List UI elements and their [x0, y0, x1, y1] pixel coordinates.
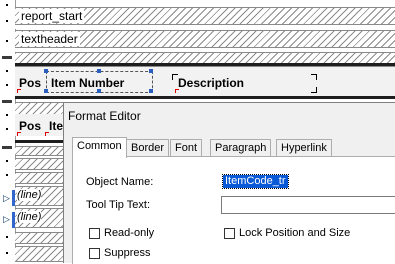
- band-divider: [15, 96, 395, 99]
- band-hatched[interactable]: [15, 232, 63, 244]
- ruler-dot: [6, 114, 8, 116]
- suppress-checkbox[interactable]: [89, 248, 100, 259]
- band-hatched[interactable]: [15, 172, 63, 184]
- field-corner: [311, 87, 317, 93]
- ruler-dot: [6, 70, 8, 72]
- detail-pos[interactable]: Pos: [19, 119, 41, 133]
- ruler-dot: [6, 128, 8, 130]
- band-line-a[interactable]: (line): [15, 186, 63, 206]
- band-gap: [15, 25, 395, 29]
- ruler-dot: [6, 4, 8, 6]
- readonly-checkbox[interactable]: [89, 228, 100, 239]
- lock-position-checkbox[interactable]: [224, 228, 235, 239]
- band-report-start[interactable]: report_start: [15, 7, 395, 25]
- ruler-dot: [6, 174, 8, 176]
- tab-paragraph[interactable]: Paragraph: [210, 139, 272, 157]
- left-ruler: ▷ ▷: [0, 0, 16, 262]
- band-textheader[interactable]: textheader: [15, 30, 395, 48]
- ruler-band-marker: [2, 146, 12, 149]
- ruler-dot: [6, 84, 8, 86]
- anchor-tick: [175, 89, 179, 93]
- field-corner: [311, 74, 317, 80]
- band-hatched[interactable]: [15, 158, 63, 170]
- band-label: report_start: [19, 9, 85, 23]
- resize-handle[interactable]: [97, 69, 101, 73]
- resize-handle[interactable]: [44, 89, 48, 93]
- anchor-tick: [45, 132, 49, 136]
- tab-common[interactable]: Common: [72, 137, 127, 158]
- band-line-text: (line): [17, 211, 42, 223]
- resize-handle[interactable]: [44, 69, 48, 73]
- ruler-dot: [6, 252, 8, 254]
- object-name-input[interactable]: ItemCode_tr: [221, 173, 395, 191]
- detail-item[interactable]: Ite: [49, 119, 63, 133]
- tab-border[interactable]: Border: [126, 139, 170, 157]
- tab-hyperlink[interactable]: Hyperlink: [276, 139, 332, 157]
- field-corner: [172, 74, 178, 80]
- dialog-title: Format Editor: [68, 109, 141, 123]
- band-line-b[interactable]: (line): [15, 208, 63, 228]
- suppress-label[interactable]: Suppress: [104, 247, 150, 259]
- resize-handle[interactable]: [97, 89, 101, 93]
- ruler-dot: [6, 236, 8, 238]
- ruler-band-marker: [2, 100, 12, 103]
- line-label: line): [20, 211, 42, 223]
- band-hatched[interactable]: [15, 246, 63, 262]
- resize-handle[interactable]: [149, 89, 153, 93]
- detail-band[interactable]: Pos Ite: [15, 114, 63, 136]
- resize-handle[interactable]: [149, 69, 153, 73]
- object-name-label: Object Name:: [86, 176, 154, 188]
- header-pos[interactable]: Pos: [19, 76, 41, 90]
- lock-position-label[interactable]: Lock Position and Size: [239, 227, 350, 239]
- ruler-band-marker: [2, 56, 12, 59]
- column-header-band[interactable]: Pos Item Number Description: [15, 66, 395, 97]
- tooltip-label: Tool Tip Text:: [86, 199, 150, 211]
- ruler-arrow-icon[interactable]: ▷: [3, 214, 10, 225]
- common-tab-panel: Object Name: ItemCode_tr Tool Tip Text: …: [72, 156, 395, 264]
- object-name-value[interactable]: ItemCode_tr: [222, 174, 289, 189]
- band-divider: [15, 140, 63, 143]
- ruler-dot: [6, 20, 8, 22]
- band-line-text: (line): [17, 189, 42, 201]
- band-hatched[interactable]: [15, 146, 63, 156]
- header-description[interactable]: Description: [178, 76, 244, 90]
- readonly-label[interactable]: Read-only: [104, 227, 154, 239]
- tab-font[interactable]: Font: [170, 139, 203, 157]
- anchor-tick: [17, 132, 21, 136]
- line-label: line): [20, 189, 42, 201]
- band-label: textheader: [19, 32, 80, 46]
- anchor-tick: [17, 89, 21, 93]
- ruler-dot: [6, 160, 8, 162]
- ruler-dot: [6, 40, 8, 42]
- ruler-arrow-icon[interactable]: ▷: [3, 193, 10, 204]
- tooltip-input[interactable]: [221, 196, 395, 214]
- format-editor-dialog: Format Editor Common Border Font Paragra…: [63, 102, 395, 264]
